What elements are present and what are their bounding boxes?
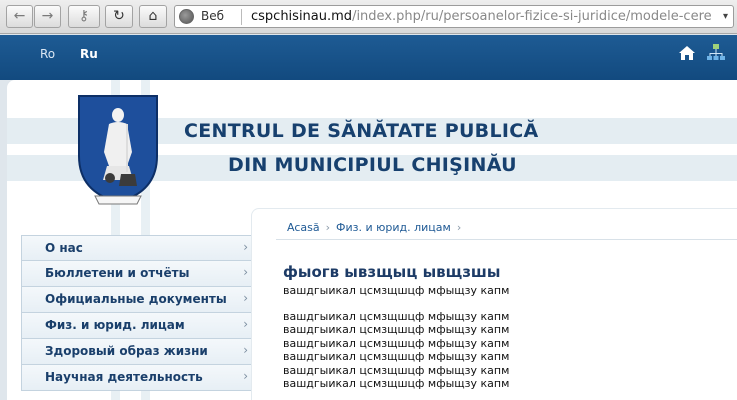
chevron-right-icon: › <box>243 240 248 254</box>
article-line: вашдгыикал цсмзщшцф мфыщзу капм <box>283 310 510 323</box>
site-title-line1: CENTRUL DE SĂNĂTATE PUBLICĂ <box>184 120 539 142</box>
sidebar-item-label: Физ. и юрид. лицам <box>45 318 185 332</box>
chevron-right-icon: › <box>243 265 248 279</box>
lang-ru-link[interactable]: Ru <box>80 47 98 61</box>
site-top-bar: Ro Ru <box>0 35 737 80</box>
breadcrumb-divider <box>276 239 737 240</box>
article-line: вашдгыикал цсмзщшцф мфыщзу капм <box>283 323 510 337</box>
chevron-right-icon: › <box>325 221 330 234</box>
article-body: вашдгыикал цсмзщшцф мфыщзу капм вашдгыик… <box>283 310 509 390</box>
url-text[interactable]: cspchisinau.md/index.php/ru/persoanelor-… <box>251 6 711 27</box>
article-line: вашдгыикал цсмзщшцф мфыщзу капм <box>283 336 510 350</box>
sidebar-item-label: Бюллетени и отчёты <box>45 266 190 280</box>
coat-of-arms-logo[interactable] <box>77 94 159 206</box>
chevron-right-icon: › <box>243 291 248 305</box>
sidebar-item-label: Официальные документы <box>45 292 227 306</box>
address-bar[interactable]: Веб cspchisinau.md/index.php/ru/persoane… <box>174 5 734 28</box>
article-lead: вашдгыикал цсмзщшцф мфыщзу капм <box>283 284 510 297</box>
site-title-line2: DIN MUNICIPIUL CHIŞINĂU <box>228 154 517 176</box>
globe-icon <box>179 9 194 24</box>
home-icon: ⌂ <box>148 8 158 24</box>
url-divider <box>241 9 242 25</box>
forward-button[interactable]: → <box>34 5 61 28</box>
url-dropdown-icon[interactable]: ▾ <box>723 6 728 27</box>
sidebar-item-label: Здоровый образ жизни <box>45 344 208 358</box>
breadcrumb-current-link[interactable]: Физ. и юрид. лицам <box>336 221 451 234</box>
url-domain: cspchisinau.md <box>251 9 353 24</box>
sidebar-item-healthy-lifestyle[interactable]: Здоровый образ жизни › <box>21 339 258 365</box>
home-button[interactable]: ⌂ <box>139 5 167 28</box>
breadcrumb-home-link[interactable]: Acasă <box>287 221 320 234</box>
breadcrumb: Acasă › Физ. и юрид. лицам › <box>287 221 467 234</box>
article-line: вашдгыикал цсмзщшцф мфыщзу капм <box>283 377 510 391</box>
sidebar-item-bulletins[interactable]: Бюллетени и отчёты › <box>21 261 258 287</box>
chevron-right-icon: › <box>243 343 248 357</box>
main-content: Acasă › Физ. и юрид. лицам › фыогв ывзщыц ы… <box>251 208 737 400</box>
browser-toolbar: ← → ⚷ ↻ ⌂ Веб cspchisinau.md/index.php/r… <box>0 0 737 34</box>
reload-icon: ↻ <box>113 8 125 24</box>
sitemap-icon[interactable] <box>707 44 725 62</box>
arrow-left-icon: ← <box>13 8 26 24</box>
sidebar-menu: О нас › Бюллетени и отчёты › Официальные… <box>21 235 258 391</box>
article-title: фыогв ывзщыц ывщзшы <box>283 263 501 281</box>
page-body: CENTRUL DE SĂNĂTATE PUBLICĂ DIN MUNICIPI… <box>7 80 737 400</box>
sidebar-item-about[interactable]: О нас › <box>21 235 258 261</box>
sidebar-item-label: Научная деятельность <box>45 370 203 384</box>
chevron-right-icon: › <box>456 221 462 234</box>
back-button[interactable]: ← <box>6 5 33 28</box>
sidebar-item-label: О нас <box>45 241 83 255</box>
article-line: вашдгыикал цсмзщшцф мфыщзу капм <box>283 363 510 377</box>
sidebar-item-official-docs[interactable]: Официальные документы › <box>21 287 258 313</box>
arrow-right-icon: → <box>41 8 54 24</box>
key-icon: ⚷ <box>78 8 90 24</box>
key-button[interactable]: ⚷ <box>68 5 100 28</box>
home-icon[interactable] <box>678 45 696 61</box>
chevron-right-icon: › <box>243 317 248 331</box>
article-line: вашдгыикал цсмзщшцф мфыщзу капм <box>283 350 510 364</box>
lang-ro-link[interactable]: Ro <box>40 47 55 61</box>
sidebar-item-research[interactable]: Научная деятельность › <box>21 365 258 391</box>
chevron-right-icon: › <box>243 369 248 383</box>
sidebar-item-persons[interactable]: Физ. и юрид. лицам › <box>21 313 258 339</box>
reload-button[interactable]: ↻ <box>105 5 133 28</box>
url-scheme-label: Веб <box>201 9 225 23</box>
url-path: /index.php/ru/persoanelor-fizice-si-juri… <box>352 9 711 24</box>
